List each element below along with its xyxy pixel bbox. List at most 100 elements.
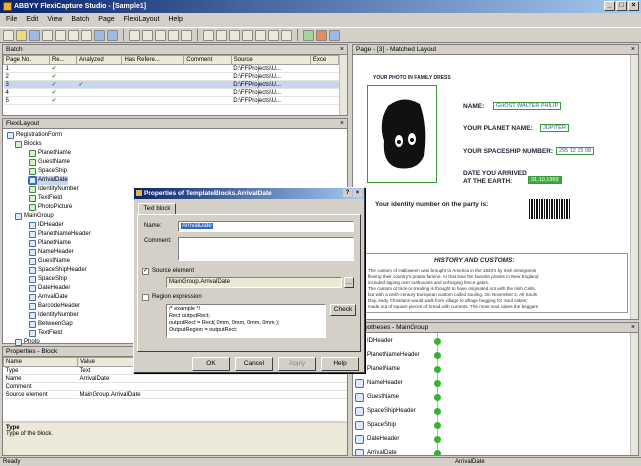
- cancel-button[interactable]: Cancel: [235, 357, 273, 371]
- name-field[interactable]: ArrivalDate: [178, 221, 354, 232]
- region-icon[interactable]: [216, 29, 227, 41]
- check-button[interactable]: Check: [330, 304, 356, 316]
- column-analyzed[interactable]: Analyzed: [76, 55, 123, 65]
- block-icon[interactable]: [168, 29, 179, 41]
- minimize-button[interactable]: _: [604, 1, 615, 11]
- table-row[interactable]: 3 ✓ ✓ D:\FFProjects\U...: [3, 80, 339, 89]
- ok-button[interactable]: OK: [192, 357, 230, 371]
- match-icon[interactable]: [303, 29, 314, 41]
- region-expression-editor[interactable]: /* example */ Rect outputRect; outputRec…: [166, 304, 326, 338]
- zoom-in-icon[interactable]: [268, 29, 279, 41]
- menu-flexilayout[interactable]: FlexiLayout: [124, 14, 160, 26]
- tree-item-block[interactable]: IdentityNumber: [29, 185, 79, 194]
- tree-item-element[interactable]: PlanetName: [29, 239, 71, 248]
- dialog-close-icon[interactable]: ×: [353, 189, 362, 197]
- help-button[interactable]: Help: [321, 357, 359, 371]
- maximize-button[interactable]: □: [616, 1, 627, 11]
- column-has-reference[interactable]: Has Refere...: [121, 55, 185, 65]
- tree-item-element[interactable]: ArrivalDate: [29, 293, 68, 302]
- paste-icon[interactable]: [68, 29, 79, 41]
- tree-item-blocks[interactable]: Blocks: [15, 140, 42, 149]
- table-row[interactable]: 1 ✓ D:\FFProjects\U...: [3, 64, 339, 73]
- table-row[interactable]: 5 ✓ D:\FFProjects\U...: [3, 96, 339, 105]
- property-row[interactable]: Name ArrivalDate: [3, 374, 347, 383]
- property-row[interactable]: Comment: [3, 382, 347, 391]
- column-comment[interactable]: Comment: [183, 55, 232, 65]
- tree-item-block[interactable]: SpaceShip: [29, 167, 67, 176]
- close-button[interactable]: ×: [628, 1, 639, 11]
- grid-icon[interactable]: [142, 29, 153, 41]
- comment-field[interactable]: [178, 237, 354, 261]
- batch-close-icon[interactable]: ×: [340, 45, 344, 55]
- column-re[interactable]: Re...: [48, 55, 78, 65]
- tree-item-maingroup[interactable]: MainGroup: [15, 212, 54, 221]
- table-row[interactable]: 4 ✓ D:\FFProjects\U...: [3, 88, 339, 97]
- tree-item-element[interactable]: BarcodeHeader: [29, 302, 80, 311]
- export-icon[interactable]: [329, 29, 340, 41]
- tree-item-element[interactable]: NameHeader: [29, 248, 74, 257]
- element-icon[interactable]: [181, 29, 192, 41]
- zoom-out-icon[interactable]: [281, 29, 292, 41]
- tree-item-block[interactable]: PlanetName: [29, 149, 71, 158]
- comment-label: Comment:: [144, 238, 172, 244]
- page-view-scrollbar[interactable]: [630, 55, 638, 319]
- dialog-help-icon[interactable]: ?: [343, 189, 352, 197]
- copy-icon[interactable]: [55, 29, 66, 41]
- tab-text-block[interactable]: Text block: [138, 203, 176, 214]
- hypotheses-close-icon[interactable]: ×: [631, 323, 635, 333]
- tree-item-element[interactable]: GuestName: [29, 257, 70, 266]
- tree-item-block-selected[interactable]: ArrivalDate: [28, 176, 68, 185]
- layout-icon[interactable]: [129, 29, 140, 41]
- stop-icon[interactable]: [316, 29, 327, 41]
- page-icon[interactable]: [107, 29, 118, 41]
- apply-button[interactable]: Apply: [278, 357, 316, 371]
- column-source[interactable]: Source: [230, 55, 311, 65]
- column-name[interactable]: Name: [3, 357, 78, 367]
- tree-item-block[interactable]: GuestName: [29, 158, 70, 167]
- source-browse-button[interactable]: …: [344, 277, 354, 288]
- table-icon[interactable]: [155, 29, 166, 41]
- batch-scrollbar[interactable]: [339, 55, 347, 115]
- open-folder-icon[interactable]: [16, 29, 27, 41]
- save-icon[interactable]: [29, 29, 40, 41]
- menu-batch[interactable]: Batch: [71, 14, 89, 26]
- column-exception[interactable]: Exce: [309, 55, 340, 65]
- tree-item-element[interactable]: IdentityNumber: [29, 311, 79, 320]
- tree-item-element[interactable]: BetweenGap: [29, 320, 73, 329]
- menu-edit[interactable]: Edit: [26, 14, 38, 26]
- undo-icon[interactable]: [81, 29, 92, 41]
- tree-item-block[interactable]: PhotoPicture: [29, 203, 72, 212]
- menu-view[interactable]: View: [47, 14, 62, 26]
- source-element-checkbox[interactable]: ✓: [142, 268, 149, 275]
- menu-help[interactable]: Help: [168, 14, 182, 26]
- element-icon: [29, 294, 36, 301]
- tree-item-element[interactable]: DateHeader: [29, 284, 70, 293]
- tree-item-element[interactable]: IDHeader: [29, 221, 64, 230]
- cut-icon[interactable]: [42, 29, 53, 41]
- tree-item-element[interactable]: SpaceShip: [29, 275, 67, 284]
- column-page-no[interactable]: Page No.: [3, 55, 50, 65]
- select-icon[interactable]: [203, 29, 214, 41]
- hypotheses-scrollbar[interactable]: [630, 333, 638, 455]
- new-icon[interactable]: [3, 29, 14, 41]
- properties-icon[interactable]: [94, 29, 105, 41]
- region-expression-checkbox[interactable]: [142, 294, 149, 301]
- flexilayout-close-icon[interactable]: ×: [340, 119, 344, 129]
- rect-icon[interactable]: [229, 29, 240, 41]
- fit-icon[interactable]: [242, 29, 253, 41]
- tree-item-element[interactable]: PlanetNameHeader: [29, 230, 91, 239]
- checkmark-cell: ✓: [49, 72, 77, 81]
- tree-item-block[interactable]: TextField: [29, 194, 62, 203]
- tree-item-registrationform[interactable]: RegistrationForm: [7, 131, 62, 140]
- page-canvas[interactable]: YOUR PHOTO IN FAMILY DRESS NAME: GHOST W…: [353, 55, 630, 319]
- menu-file[interactable]: File: [6, 14, 17, 26]
- menu-page[interactable]: Page: [98, 14, 114, 26]
- property-row[interactable]: Source element MainGroup.ArrivalDate: [3, 390, 347, 399]
- tree-item-element[interactable]: SpaceShipHeader: [29, 266, 87, 275]
- hypothesis-item[interactable]: ArrivalDate: [353, 445, 630, 455]
- hand-icon[interactable]: [255, 29, 266, 41]
- tree-item-element[interactable]: TextField: [29, 329, 62, 338]
- page-view-close-icon[interactable]: ×: [631, 45, 635, 55]
- table-row[interactable]: 2 ✓ D:\FFProjects\U...: [3, 72, 339, 81]
- source-element-field[interactable]: MainGroup.ArrivalDate: [166, 277, 342, 288]
